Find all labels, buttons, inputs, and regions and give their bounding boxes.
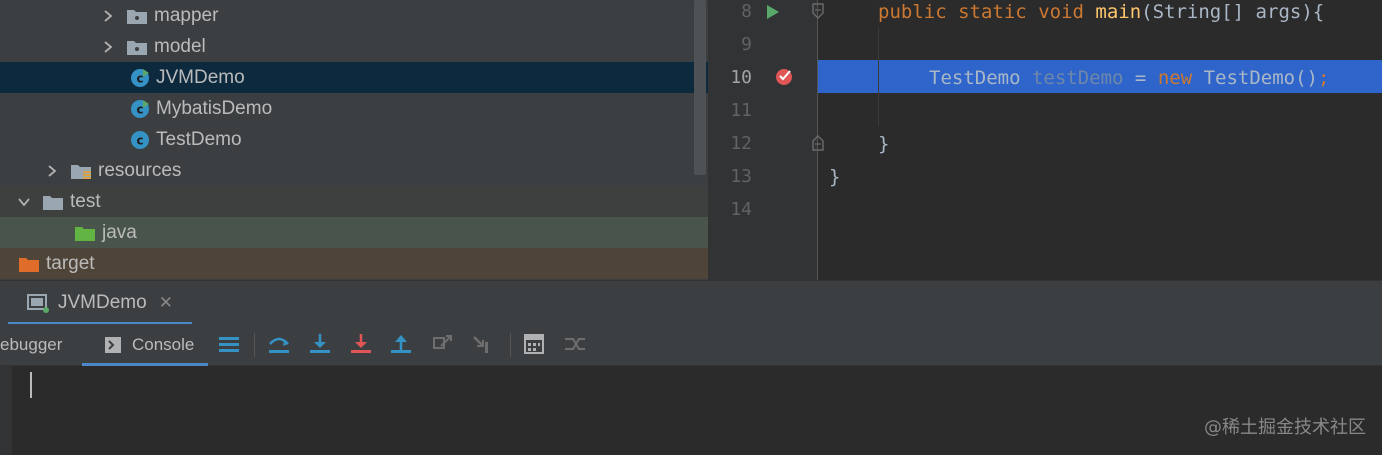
runnable-class-icon: c [131,99,149,118]
constructor-call: TestDemo() [1192,67,1318,89]
runnable-class-icon: c [131,68,149,87]
tree-item-label: model [154,35,206,57]
console-gutter [0,366,12,455]
svg-text:c: c [136,133,143,147]
excluded-folder-icon [19,257,39,272]
tree-item-mapper[interactable]: mapper [0,0,708,31]
tree-item-target[interactable]: target [0,248,708,279]
console-icon [105,337,121,353]
step-over-icon[interactable] [267,332,291,356]
semicolon: ; [1317,67,1330,89]
tree-item-label: target [46,252,95,274]
code-editor[interactable]: 8 9 10 11 12 13 14 public static void ma… [708,0,1382,280]
step-into-icon[interactable] [308,332,332,356]
line-number: 13 [730,166,752,187]
tree-item-resources[interactable]: resources [0,155,708,186]
tree-item-jvmdemo[interactable]: c JVMDemo [0,62,708,93]
threads-menu-icon[interactable] [217,332,241,356]
line-number: 9 [741,34,752,55]
tab-label: ebugger [0,335,63,354]
code-line-10: TestDemo testDemo = new TestDemo(); [929,66,1329,99]
unused-variable: testDemo [1031,67,1124,89]
tree-scrollbar[interactable] [694,0,706,175]
fold-marker-icon[interactable] [811,3,825,21]
tab-console[interactable]: Console [82,324,208,366]
line-number: 12 [730,133,752,154]
svg-text:c: c [136,71,143,85]
line-number: 11 [730,100,752,121]
tree-item-testdemo[interactable]: c TestDemo [0,124,708,155]
code-line-12: } [878,132,889,165]
run-tab-label: JVMDemo [58,292,147,313]
debug-toolbar: ebugger Console [0,324,1382,366]
tree-item-label: java [102,221,137,243]
fold-marker-icon[interactable] [811,133,825,151]
code-line-8: public static void main(String[] args){ [878,0,1324,33]
tree-item-mybatisdemo[interactable]: c MybatisDemo [0,93,708,124]
step-out-icon[interactable] [389,332,413,356]
tree-item-label: JVMDemo [156,66,245,88]
type-name: TestDemo [929,67,1021,89]
tree-item-java[interactable]: java [0,217,708,248]
chevron-right-icon[interactable] [46,164,58,177]
run-to-cursor-icon[interactable] [471,332,495,356]
toolbar-separator [254,333,255,357]
breakpoint-icon[interactable] [774,66,796,86]
operator: = [1123,67,1158,89]
close-icon[interactable]: ✕ [159,293,173,313]
project-tree: mapper model c JVMDemo c MybatisDemo c T… [0,0,708,280]
evaluate-expression-icon[interactable] [522,332,546,356]
chevron-right-icon[interactable] [102,40,114,53]
keyword: void [1038,1,1084,23]
method-name: main [1095,1,1142,23]
indent-guide [878,28,879,126]
test-sources-folder-icon [75,226,95,241]
watermark: @稀土掘金技术社区 [1204,417,1366,438]
tree-item-label: test [70,190,101,212]
debug-tool-window-header: JVMDemo ✕ [0,280,1382,325]
closing-brace: } [878,133,890,155]
trace-stream-icon[interactable] [563,332,587,356]
tree-item-label: resources [98,159,182,181]
tree-item-model[interactable]: model [0,31,708,62]
run-config-tab[interactable]: JVMDemo ✕ [8,281,192,325]
line-number: 10 [730,67,752,88]
chevron-down-icon[interactable] [18,196,30,208]
toolbar-separator [510,333,511,357]
resources-folder-icon [71,164,91,179]
chevron-right-icon[interactable] [102,9,114,22]
tree-item-label: mapper [154,4,219,26]
closing-brace: } [829,166,841,188]
tab-label: Console [132,335,195,354]
keyword: static [958,1,1027,23]
class-icon: c [131,130,149,149]
line-number: 14 [730,199,752,220]
console-output[interactable]: @稀土掘金技术社区 [0,366,1382,455]
keyword: public [878,1,947,23]
line-number: 8 [741,1,752,22]
package-icon [127,40,147,55]
package-icon [127,9,147,24]
tab-debugger[interactable]: ebugger [0,324,62,366]
code-line-13: } [829,165,840,198]
tree-item-test[interactable]: test [0,186,708,217]
debug-window-icon [27,294,49,313]
run-gutter-icon[interactable] [766,4,780,20]
svg-text:c: c [136,102,143,116]
editor-gutter[interactable]: 8 9 10 11 12 13 14 [708,0,824,280]
keyword: new [1157,67,1193,89]
text-caret [30,372,32,398]
force-step-into-icon[interactable] [349,332,373,356]
tree-item-label: MybatisDemo [156,97,273,119]
drop-frame-icon[interactable] [430,332,454,356]
tree-item-label: TestDemo [156,128,242,150]
code-text: (String[] args){ [1141,1,1325,23]
folder-icon [43,195,63,210]
